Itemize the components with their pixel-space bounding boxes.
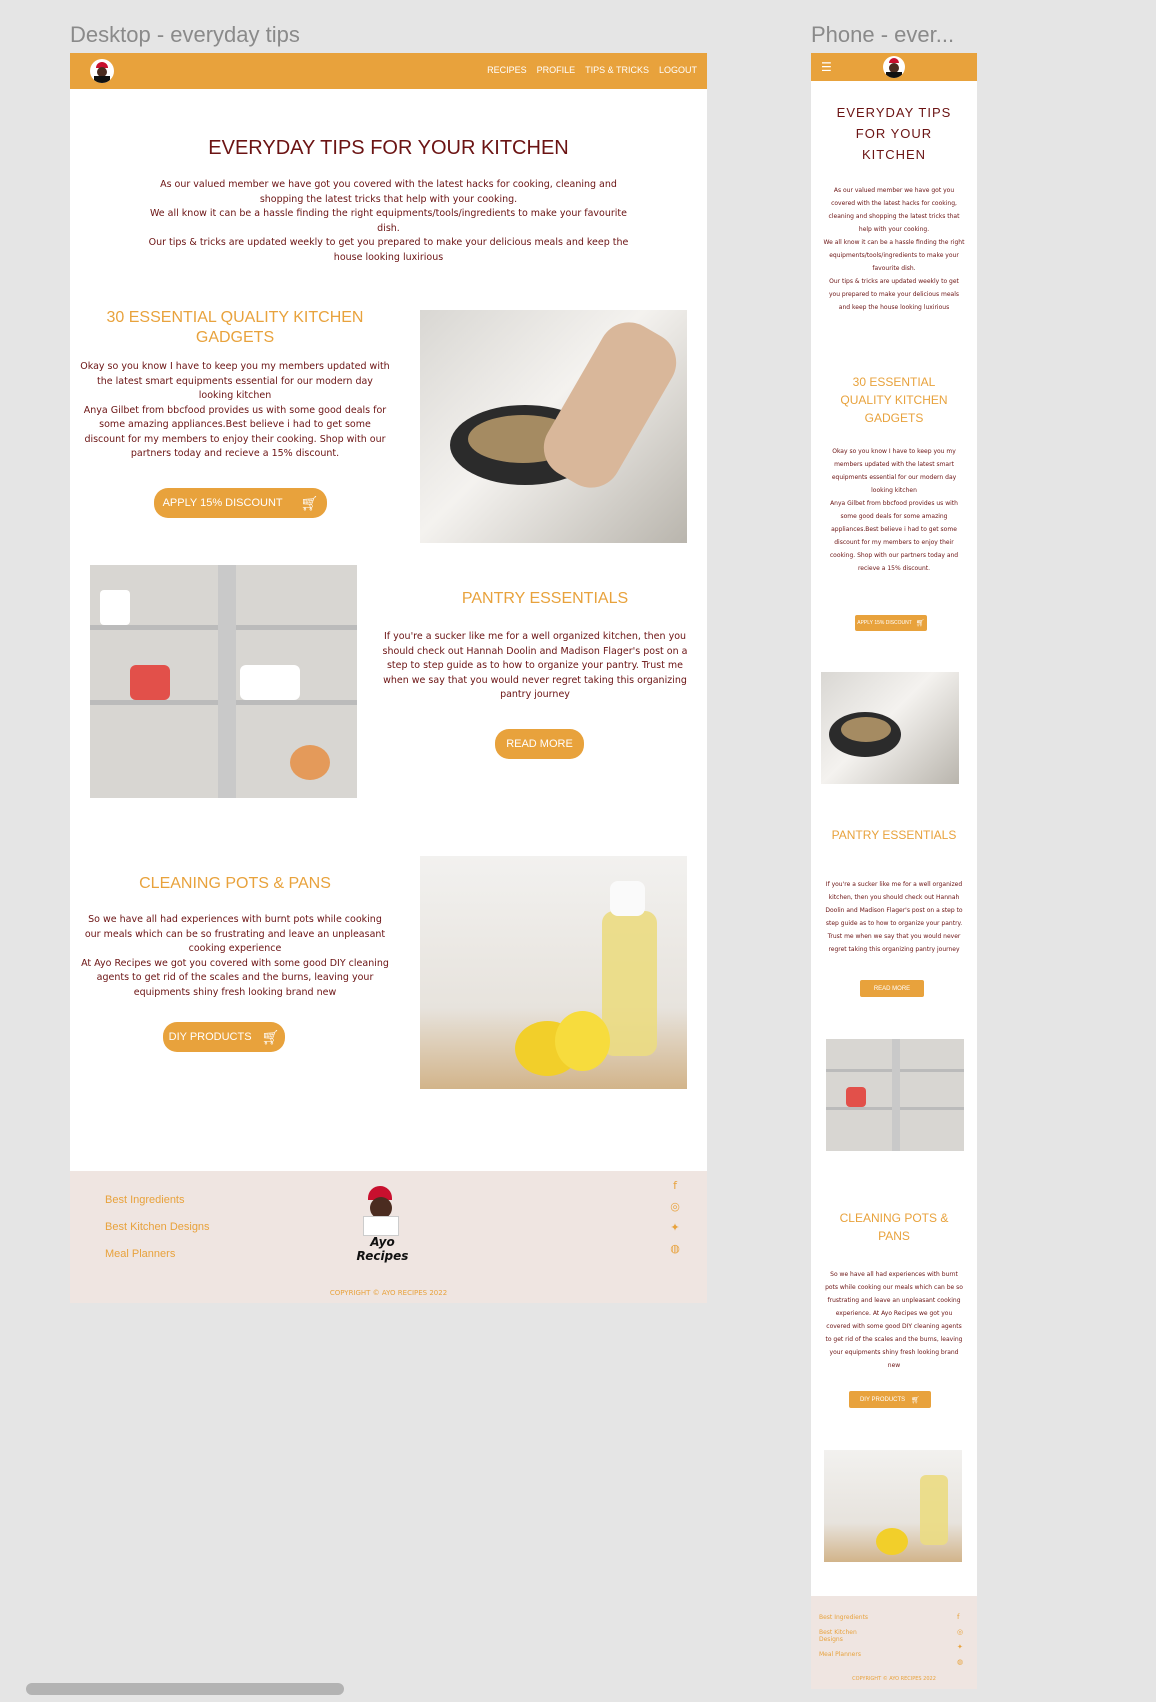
twitter-icon[interactable]: ✦: [668, 1221, 682, 1234]
desktop-page: RECIPES PROFILE TIPS & TRICKS LOGOUT EVE…: [70, 53, 707, 1303]
gadgets-paragraph-2: Anya Gilbet from bbcfood provides us wit…: [83, 404, 387, 460]
phone-footer-link-meal-planners[interactable]: Meal Planners: [819, 1651, 869, 1658]
footer-link-kitchen-designs[interactable]: Best Kitchen Designs: [105, 1221, 210, 1233]
copyright: COPYRIGHT © AYO RECIPES 2022: [329, 1289, 448, 1297]
phone-page-title: EVERYDAY TIPS FOR YOUR KITCHEN: [821, 102, 967, 165]
diy-products-label: DIY PRODUCTS: [168, 1031, 252, 1043]
pantry-title: PANTRY ESSENTIALS: [461, 590, 629, 607]
footer-logo: Ayo Recipes: [345, 1183, 420, 1263]
hero-paragraph-1: As our valued member we have got you cov…: [160, 179, 617, 205]
phone-page: ☰ EVERYDAY TIPS FOR YOUR KITCHEN As our …: [811, 53, 977, 1689]
phone-social-icons: f ◎ ✦ ◍: [957, 1610, 963, 1670]
phone-diy-products-button[interactable]: DIY PRODUCTS 🛒︎: [849, 1391, 931, 1408]
phone-cleaning-title: CLEANING POTS & PANS: [839, 1211, 949, 1243]
phone-diy-products-label: DIY PRODUCTS: [859, 1396, 906, 1403]
phone-pan-cooking-image: [821, 672, 959, 784]
phone-apply-discount-button[interactable]: APPLY 15% DISCOUNT 🛒︎: [855, 615, 927, 631]
phone-title-line-3: KITCHEN: [861, 147, 927, 162]
cleaning-paragraph-1: So we have all had experiences with burn…: [84, 914, 386, 954]
phone-hero-paragraph: As our valued member we have got you cov…: [823, 184, 965, 314]
phone-apply-discount-label: APPLY 15% DISCOUNT: [857, 620, 912, 626]
phone-frame-title: Phone - ever...: [811, 22, 955, 47]
footer-links: Best Ingredients Best Kitchen Designs Me…: [105, 1194, 210, 1260]
instagram-icon[interactable]: ◎: [957, 1625, 963, 1640]
phone-lemons-spray-image: [824, 1450, 962, 1562]
phone-read-more-button[interactable]: READ MORE: [860, 980, 924, 997]
phone-footer: Best Ingredients Best Kitchen Designs Me…: [811, 1596, 977, 1689]
phone-copyright: COPYRIGHT © AYO RECIPES 2022: [852, 1676, 936, 1682]
phone-pantry-paragraph: If you're a sucker like me for a well or…: [825, 881, 963, 953]
nav-tips-tricks[interactable]: TIPS & TRICKS: [585, 65, 649, 75]
pan-cooking-image: [420, 310, 687, 543]
phone-gadgets-title: 30 ESSENTIAL QUALITY KITCHEN GADGETS: [840, 375, 948, 425]
gadgets-paragraph: Okay so you know I have to keep you my m…: [80, 360, 390, 462]
phone-pantry-title: PANTRY ESSENTIALS: [831, 828, 957, 842]
phone-footer-link-best-ingredients[interactable]: Best Ingredients: [819, 1614, 869, 1621]
diy-products-button[interactable]: DIY PRODUCTS 🛒︎: [163, 1022, 285, 1052]
github-icon[interactable]: ◍: [957, 1655, 963, 1670]
phone-footer-link-kitchen-designs[interactable]: Best Kitchen Designs: [819, 1629, 869, 1643]
hero-paragraph-2: We all know it can be a hassle finding t…: [149, 208, 628, 234]
cleaning-paragraph-2: At Ayo Recipes we got you covered with s…: [81, 957, 389, 998]
nav-profile[interactable]: PROFILE: [537, 65, 576, 75]
cart-icon: 🛒︎: [261, 1028, 280, 1045]
phone-title-line-1: EVERYDAY TIPS: [836, 105, 952, 120]
cart-icon: 🛒︎: [300, 494, 319, 511]
hero-paragraph: As our valued member we have got you cov…: [140, 178, 637, 265]
nav-recipes[interactable]: RECIPES: [487, 65, 527, 75]
nav-links: RECIPES PROFILE TIPS & TRICKS LOGOUT: [477, 65, 697, 75]
github-icon[interactable]: ◍: [668, 1242, 682, 1255]
phone-gadgets-paragraph-2: Anya Gilbet from bbcfood provides us wit…: [829, 500, 959, 572]
apply-discount-button[interactable]: APPLY 15% DISCOUNT 🛒︎: [154, 488, 327, 518]
facebook-icon[interactable]: f: [957, 1610, 963, 1625]
page-title: EVERYDAY TIPS FOR YOUR KITCHEN: [208, 137, 569, 159]
phone-hero-paragraph-1: As our valued member we have got you cov…: [828, 187, 960, 233]
hamburger-icon[interactable]: ☰: [821, 60, 832, 74]
phone-gadgets-paragraph: Okay so you know I have to keep you my m…: [823, 445, 965, 575]
gadgets-title: 30 ESSENTIAL QUALITY KITCHEN GADGETS: [106, 309, 364, 346]
desktop-frame-title: Desktop - everyday tips: [70, 22, 300, 47]
phone-cleaning-paragraph: So we have all had experiences with burn…: [825, 1271, 963, 1369]
cleaning-title: CLEANING POTS & PANS: [139, 875, 331, 892]
footer-link-best-ingredients[interactable]: Best Ingredients: [105, 1194, 210, 1206]
gadgets-paragraph-1: Okay so you know I have to keep you my m…: [80, 361, 390, 401]
social-icons: f ◎ ✦ ◍: [668, 1179, 682, 1255]
read-more-button[interactable]: READ MORE: [495, 729, 584, 759]
phone-pantry-shelves-image: [826, 1039, 964, 1151]
footer-link-meal-planners[interactable]: Meal Planners: [105, 1248, 210, 1260]
phone-title-line-2: FOR YOUR: [855, 126, 933, 141]
cart-icon: 🛒︎: [911, 1396, 921, 1404]
phone-hero-paragraph-3: Our tips & tricks are updated weekly to …: [828, 278, 960, 311]
phone-footer-links: Best Ingredients Best Kitchen Designs Me…: [819, 1614, 869, 1658]
instagram-icon[interactable]: ◎: [668, 1200, 682, 1213]
phone-gadgets-paragraph-1: Okay so you know I have to keep you my m…: [831, 448, 957, 494]
pantry-paragraph: If you're a sucker like me for a well or…: [382, 631, 688, 700]
chef-logo-icon[interactable]: [90, 59, 114, 83]
logo-text: Ayo Recipes: [356, 1235, 409, 1263]
facebook-icon[interactable]: f: [668, 1179, 682, 1192]
apply-discount-label: APPLY 15% DISCOUNT: [162, 497, 283, 509]
twitter-icon[interactable]: ✦: [957, 1640, 963, 1655]
horizontal-scrollbar[interactable]: [26, 1683, 344, 1695]
phone-hero-paragraph-2: We all know it can be a hassle finding t…: [823, 239, 965, 272]
lemons-spray-image: [420, 856, 687, 1089]
nav-logout[interactable]: LOGOUT: [659, 65, 697, 75]
cleaning-paragraph: So we have all had experiences with burn…: [80, 913, 390, 1000]
footer: Best Ingredients Best Kitchen Designs Me…: [70, 1171, 707, 1303]
hero-paragraph-3: Our tips & tricks are updated weekly to …: [148, 237, 629, 263]
top-nav: RECIPES PROFILE TIPS & TRICKS LOGOUT: [70, 53, 707, 89]
cart-icon: 🛒︎: [915, 620, 925, 627]
pantry-shelves-image: [90, 565, 357, 798]
phone-cleaning-paragraph-2: At Ayo Recipes we got you covered with s…: [825, 1310, 963, 1369]
phone-logo-icon[interactable]: [883, 56, 905, 78]
phone-top-nav: ☰: [811, 53, 977, 81]
